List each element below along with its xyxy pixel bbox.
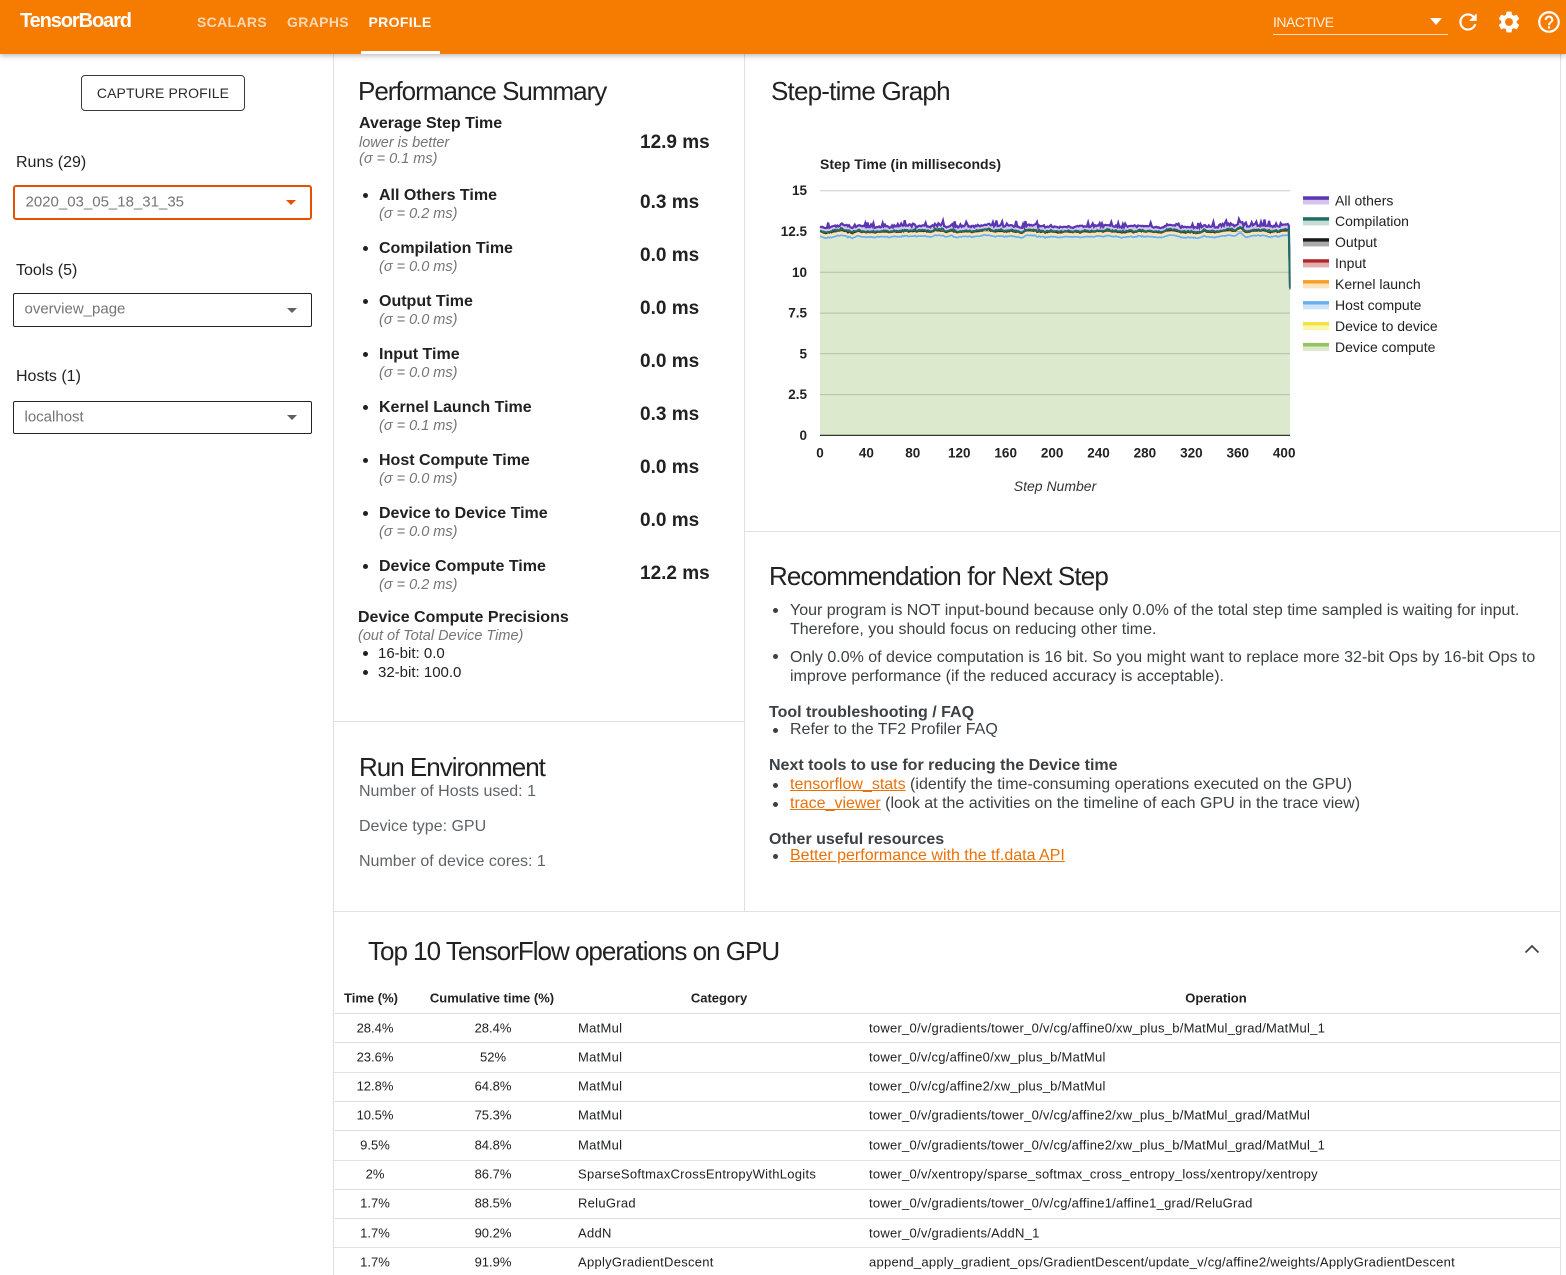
- svg-text:360: 360: [1227, 446, 1250, 461]
- svg-text:5: 5: [799, 346, 807, 361]
- svg-text:80: 80: [905, 446, 920, 461]
- svg-text:280: 280: [1134, 446, 1157, 461]
- svg-text:7.5: 7.5: [788, 306, 807, 321]
- svg-text:All others: All others: [1335, 192, 1393, 208]
- svg-text:0: 0: [799, 428, 807, 443]
- svg-text:240: 240: [1087, 446, 1110, 461]
- svg-text:Device compute: Device compute: [1335, 339, 1436, 355]
- svg-text:15: 15: [792, 183, 808, 198]
- svg-text:Output: Output: [1335, 234, 1377, 250]
- svg-text:400: 400: [1273, 446, 1296, 461]
- svg-text:Input: Input: [1335, 255, 1366, 271]
- svg-text:10: 10: [792, 265, 807, 280]
- svg-text:0: 0: [816, 446, 824, 461]
- svg-text:Step Time (in milliseconds): Step Time (in milliseconds): [820, 156, 1001, 172]
- svg-text:120: 120: [948, 446, 971, 461]
- svg-text:Device to device: Device to device: [1335, 318, 1438, 334]
- svg-text:Kernel launch: Kernel launch: [1335, 276, 1421, 292]
- svg-text:160: 160: [994, 446, 1017, 461]
- svg-text:Step Number: Step Number: [1014, 478, 1098, 494]
- svg-text:2.5: 2.5: [788, 387, 807, 402]
- svg-text:Compilation: Compilation: [1335, 213, 1409, 229]
- svg-text:12.5: 12.5: [781, 224, 808, 239]
- svg-text:Host compute: Host compute: [1335, 297, 1422, 313]
- svg-text:200: 200: [1041, 446, 1064, 461]
- svg-text:320: 320: [1180, 446, 1203, 461]
- svg-text:40: 40: [859, 446, 874, 461]
